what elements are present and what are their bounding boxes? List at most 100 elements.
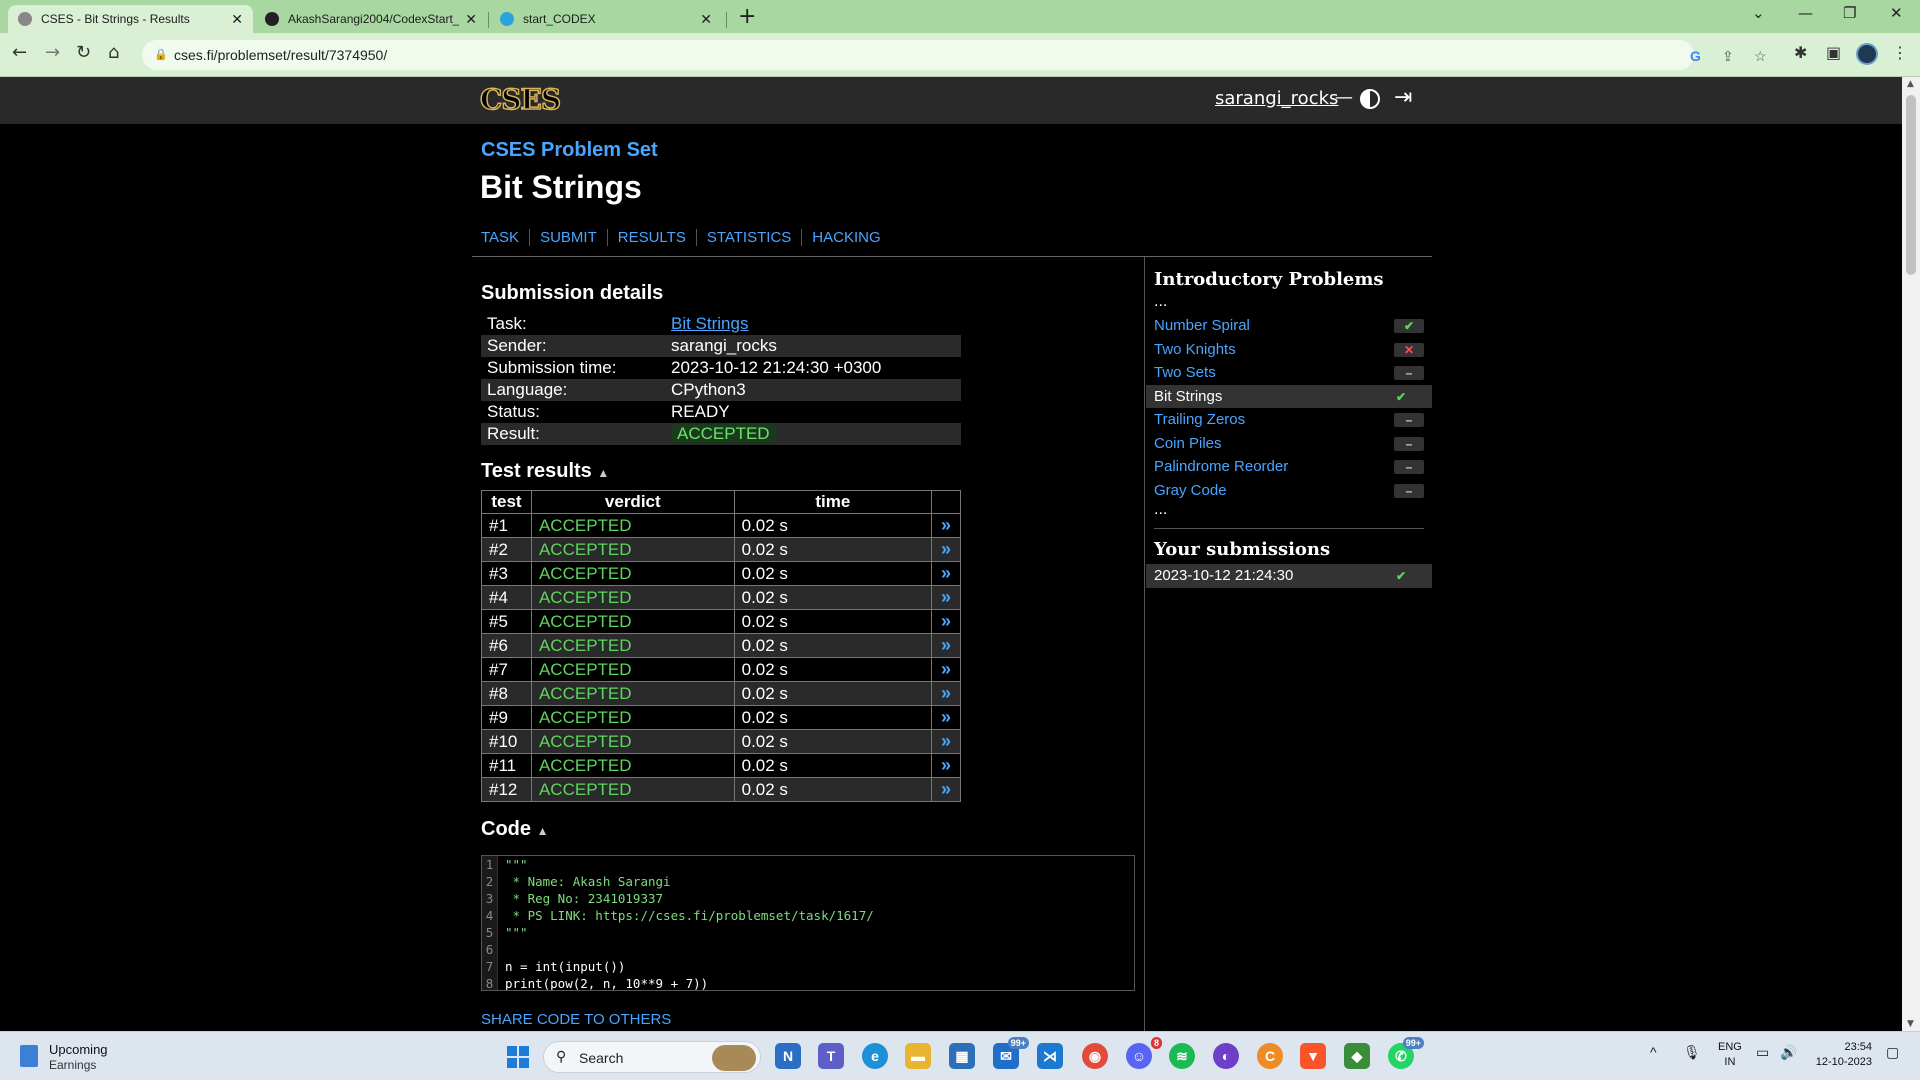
breadcrumb[interactable]: CSES Problem Set [481, 139, 658, 162]
view-test-arrow-icon[interactable]: » [931, 657, 961, 682]
widgets-button[interactable]: Upcoming Earnings [18, 1041, 158, 1073]
volume-icon[interactable]: 🔊 [1780, 1044, 1797, 1061]
language-indicator[interactable]: ENG IN [1718, 1040, 1742, 1070]
logout-icon[interactable]: ⇥ [1394, 85, 1412, 110]
view-test-arrow-icon[interactable]: » [931, 681, 961, 706]
brave-icon[interactable]: ▼ [1300, 1043, 1326, 1069]
view-test-arrow-icon[interactable]: » [931, 513, 961, 538]
problem-name[interactable]: Coin Piles [1154, 435, 1222, 452]
tab-search-chevron-icon[interactable]: ⌄ [1752, 4, 1765, 22]
code-line[interactable]: * Reg No: 2341019337 [505, 890, 874, 907]
reload-icon[interactable]: ↻ [76, 43, 91, 63]
forward-icon[interactable]: → [45, 43, 60, 63]
file-explorer-icon[interactable]: ▬ [905, 1043, 931, 1069]
code-line[interactable]: """ [505, 856, 874, 873]
discord-icon[interactable]: ☺ 8 [1126, 1037, 1162, 1069]
browser-tab-telegram[interactable]: start_CODEX ✕ [490, 5, 722, 33]
code-line[interactable]: * Name: Akash Sarangi [505, 873, 874, 890]
task-link[interactable]: Bit Strings [671, 314, 748, 333]
nav-task[interactable]: TASK [481, 229, 529, 246]
sidebar-problem-item[interactable]: Palindrome Reorder – [1154, 455, 1432, 479]
nav-hacking[interactable]: HACKING [801, 229, 890, 246]
scrollbar-thumb[interactable] [1906, 95, 1916, 275]
code-line[interactable] [505, 941, 874, 958]
home-icon[interactable]: ⌂ [108, 43, 119, 63]
bookmark-star-icon[interactable]: ☆ [1754, 48, 1767, 65]
collapse-toggle-icon[interactable]: ▲ [537, 824, 549, 838]
taskbar-clock[interactable]: 23:54 12-10-2023 [1812, 1040, 1872, 1070]
problem-name[interactable]: Number Spiral [1154, 317, 1250, 334]
chrome-icon[interactable]: ◉ [1082, 1043, 1108, 1069]
sidebar-problem-item[interactable]: Trailing Zeros – [1154, 408, 1432, 432]
scroll-up-icon[interactable]: ▲ [1907, 79, 1914, 89]
tray-chevron-icon[interactable]: ^ [1650, 1044, 1657, 1060]
code-line[interactable]: * PS LINK: https://cses.fi/problemset/ta… [505, 907, 874, 924]
vscode-icon[interactable]: ⋊ [1037, 1043, 1063, 1069]
close-tab-icon[interactable]: ✕ [231, 11, 243, 28]
sidebar-problem-item[interactable]: Number Spiral ✔ [1154, 314, 1432, 338]
source-code[interactable]: """ * Name: Akash Sarangi * Reg No: 2341… [505, 856, 874, 990]
nav-statistics[interactable]: STATISTICS [695, 229, 801, 246]
edge-icon[interactable]: e [862, 1043, 888, 1069]
minimize-icon[interactable]: — [1798, 4, 1813, 22]
cses-logo[interactable]: CSES [479, 82, 562, 117]
whatsapp-icon[interactable]: ✆ 99+ [1388, 1037, 1424, 1069]
scroll-down-icon[interactable]: ▼ [1907, 1019, 1914, 1029]
taskbar-search[interactable]: ⚲ Search [543, 1041, 761, 1073]
google-lens-icon[interactable]: G [1690, 48, 1701, 64]
problem-name[interactable]: Gray Code [1154, 482, 1227, 499]
view-test-arrow-icon[interactable]: » [931, 537, 961, 562]
close-tab-icon[interactable]: ✕ [465, 11, 477, 28]
code-line[interactable]: n = int(input()) [505, 958, 874, 975]
microphone-icon[interactable]: 🎙 [1683, 1044, 1701, 1061]
view-test-arrow-icon[interactable]: » [931, 729, 961, 754]
close-tab-icon[interactable]: ✕ [700, 11, 712, 28]
view-test-arrow-icon[interactable]: » [931, 585, 961, 610]
sidebar-problem-item[interactable]: Bit Strings ✔ [1146, 384, 1432, 408]
sidebar-problem-item[interactable]: Coin Piles – [1154, 432, 1432, 456]
git-icon[interactable]: ◆ [1344, 1043, 1370, 1069]
code-line[interactable]: print(pow(2, n, 10**9 + 7)) [505, 975, 874, 990]
url-text[interactable]: cses.fi/problemset/result/7374950/ [174, 47, 387, 63]
extensions-icon[interactable]: ✱ [1794, 44, 1807, 62]
collapse-toggle-icon[interactable]: ▲ [597, 466, 609, 480]
page-scrollbar[interactable]: ▲ ▼ [1902, 77, 1920, 1031]
view-test-arrow-icon[interactable]: » [931, 561, 961, 586]
sidebar-problem-item[interactable]: Two Sets – [1154, 361, 1432, 385]
store-icon[interactable]: ▦ [949, 1043, 975, 1069]
back-icon[interactable]: ← [12, 43, 27, 63]
teams-icon[interactable]: T [818, 1043, 844, 1069]
view-test-arrow-icon[interactable]: » [931, 705, 961, 730]
news-app-icon[interactable]: N [775, 1043, 801, 1069]
notification-icon[interactable]: ▢ [1886, 1044, 1899, 1061]
profile-avatar[interactable] [1856, 43, 1878, 65]
lock-icon[interactable]: 🔒 [154, 48, 168, 61]
network-icon[interactable]: ▭ [1756, 1044, 1769, 1061]
problem-name[interactable]: Two Sets [1154, 364, 1216, 381]
browser-tab-cses[interactable]: CSES - Bit Strings - Results ✕ [8, 5, 253, 33]
view-test-arrow-icon[interactable]: » [931, 633, 961, 658]
problem-name[interactable]: Trailing Zeros [1154, 411, 1245, 428]
restore-icon[interactable]: ❐ [1843, 4, 1856, 22]
address-bar[interactable]: 🔒 cses.fi/problemset/result/7374950/ G ⇪… [142, 40, 1767, 70]
new-tab-icon[interactable]: + [738, 6, 756, 28]
nav-results[interactable]: RESULTS [606, 229, 696, 246]
dark-mode-toggle-icon[interactable] [1360, 89, 1380, 109]
spotify-icon[interactable]: ≋ [1169, 1043, 1195, 1069]
nav-submit[interactable]: SUBMIT [529, 229, 607, 246]
github-desktop-icon[interactable]: ◐ [1213, 1043, 1239, 1069]
app-c-icon[interactable]: C [1257, 1043, 1283, 1069]
problem-name[interactable]: Bit Strings [1154, 388, 1222, 405]
submission-time[interactable]: 2023-10-12 21:24:30 [1154, 567, 1293, 584]
problem-name[interactable]: Two Knights [1154, 341, 1236, 358]
mail-icon[interactable]: ✉ 99+ [993, 1037, 1029, 1069]
share-icon[interactable]: ⇪ [1722, 48, 1734, 65]
browser-tab-github[interactable]: AkashSarangi2004/CodexStart_2 ✕ [255, 5, 487, 33]
code-viewer[interactable]: 1 2 3 4 5 6 7 8 """ * Name: Akash Sarangi * Reg… [481, 855, 1135, 991]
code-line[interactable]: """ [505, 924, 874, 941]
view-test-arrow-icon[interactable]: » [931, 609, 961, 634]
username-link[interactable]: sarangi_rocks [1215, 88, 1338, 109]
view-test-arrow-icon[interactable]: » [931, 753, 961, 778]
close-window-icon[interactable]: ✕ [1890, 4, 1903, 22]
kebab-menu-icon[interactable]: ⋮ [1892, 44, 1908, 62]
